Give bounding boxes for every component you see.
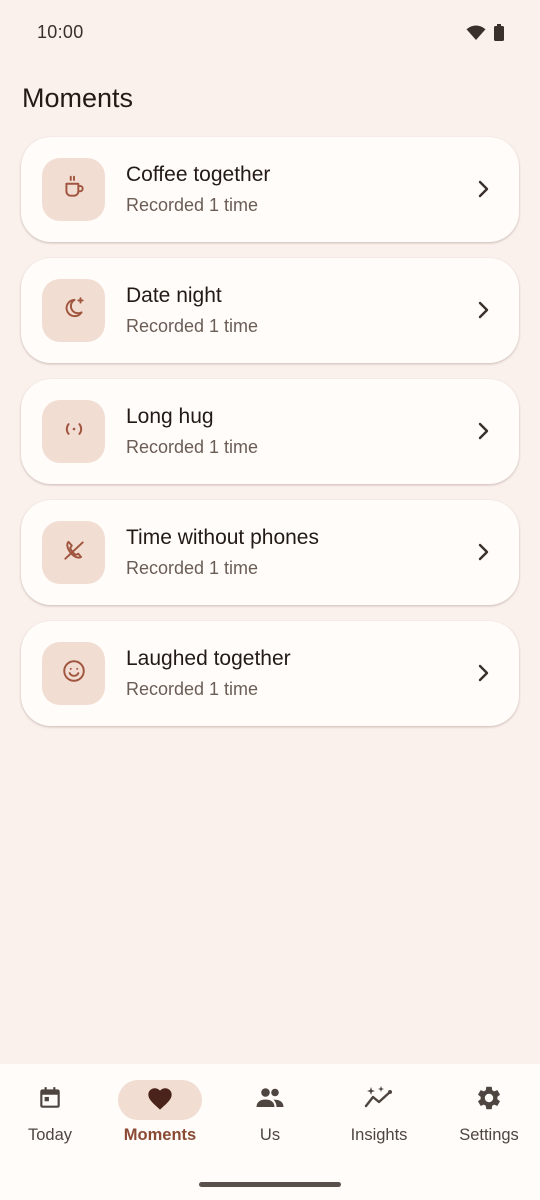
moment-icon-container — [42, 521, 105, 584]
nav-label: Us — [259, 1126, 281, 1144]
moment-icon-container — [42, 279, 105, 342]
moment-count: Recorded 1 time — [126, 195, 259, 215]
moment-card-long-hug[interactable]: Long hug Recorded 1 time — [21, 379, 519, 484]
nav-item-today[interactable]: Today — [0, 1064, 104, 1164]
bottom-navigation: Today Moments Us Insights Settings — [0, 1064, 540, 1200]
chevron-right-icon — [477, 300, 491, 325]
status-icons — [466, 24, 504, 46]
smiley-icon — [61, 658, 87, 689]
page-title: Moments — [22, 83, 134, 113]
moment-count: Recorded 1 time — [126, 316, 259, 336]
nav-item-settings[interactable]: Settings — [435, 1064, 540, 1164]
phone-off-icon — [61, 537, 87, 568]
battery-icon — [494, 24, 504, 46]
chevron-right-icon — [477, 421, 491, 446]
nav-label: Moments — [123, 1126, 197, 1144]
moment-title: Time without phones — [126, 526, 319, 549]
nav-item-insights[interactable]: Insights — [325, 1064, 433, 1164]
gear-icon — [475, 1084, 503, 1117]
moment-card-coffee-together[interactable]: Coffee together Recorded 1 time — [21, 137, 519, 242]
home-indicator[interactable] — [199, 1182, 341, 1187]
moment-title: Laughed together — [126, 647, 291, 670]
chevron-right-icon — [477, 663, 491, 688]
moment-count: Recorded 1 time — [126, 437, 259, 457]
nav-label: Insights — [350, 1126, 408, 1144]
chevron-right-icon — [477, 179, 491, 204]
coffee-cup-icon — [61, 174, 87, 205]
nav-label: Settings — [459, 1126, 519, 1144]
heart-icon — [146, 1085, 174, 1116]
chevron-right-icon — [477, 542, 491, 567]
moment-count: Recorded 1 time — [126, 558, 259, 578]
moments-list: Coffee together Recorded 1 time Date nig… — [21, 137, 519, 742]
nav-item-moments[interactable]: Moments — [106, 1064, 214, 1164]
moment-icon-container — [42, 642, 105, 705]
moment-title: Coffee together — [126, 163, 271, 186]
moon-star-icon — [61, 295, 87, 326]
nav-item-us[interactable]: Us — [216, 1064, 324, 1164]
moment-card-time-without-phones[interactable]: Time without phones Recorded 1 time — [21, 500, 519, 605]
status-time: 10:00 — [37, 22, 84, 42]
moment-title: Date night — [126, 284, 222, 307]
nav-indicator — [228, 1080, 312, 1120]
moment-card-laughed-together[interactable]: Laughed together Recorded 1 time — [21, 621, 519, 726]
hug-icon — [61, 416, 87, 447]
moment-icon-container — [42, 158, 105, 221]
nav-label: Today — [27, 1126, 73, 1144]
moment-icon-container — [42, 400, 105, 463]
moment-card-date-night[interactable]: Date night Recorded 1 time — [21, 258, 519, 363]
sparkle-chart-icon — [364, 1085, 394, 1116]
nav-indicator — [447, 1080, 531, 1120]
calendar-icon — [37, 1085, 63, 1116]
nav-indicator — [118, 1080, 202, 1120]
wifi-icon — [466, 25, 486, 46]
moment-title: Long hug — [126, 405, 214, 428]
moment-count: Recorded 1 time — [126, 679, 259, 699]
people-icon — [255, 1086, 285, 1115]
nav-indicator — [8, 1080, 92, 1120]
status-bar: 10:00 — [0, 0, 540, 66]
nav-indicator — [337, 1080, 421, 1120]
